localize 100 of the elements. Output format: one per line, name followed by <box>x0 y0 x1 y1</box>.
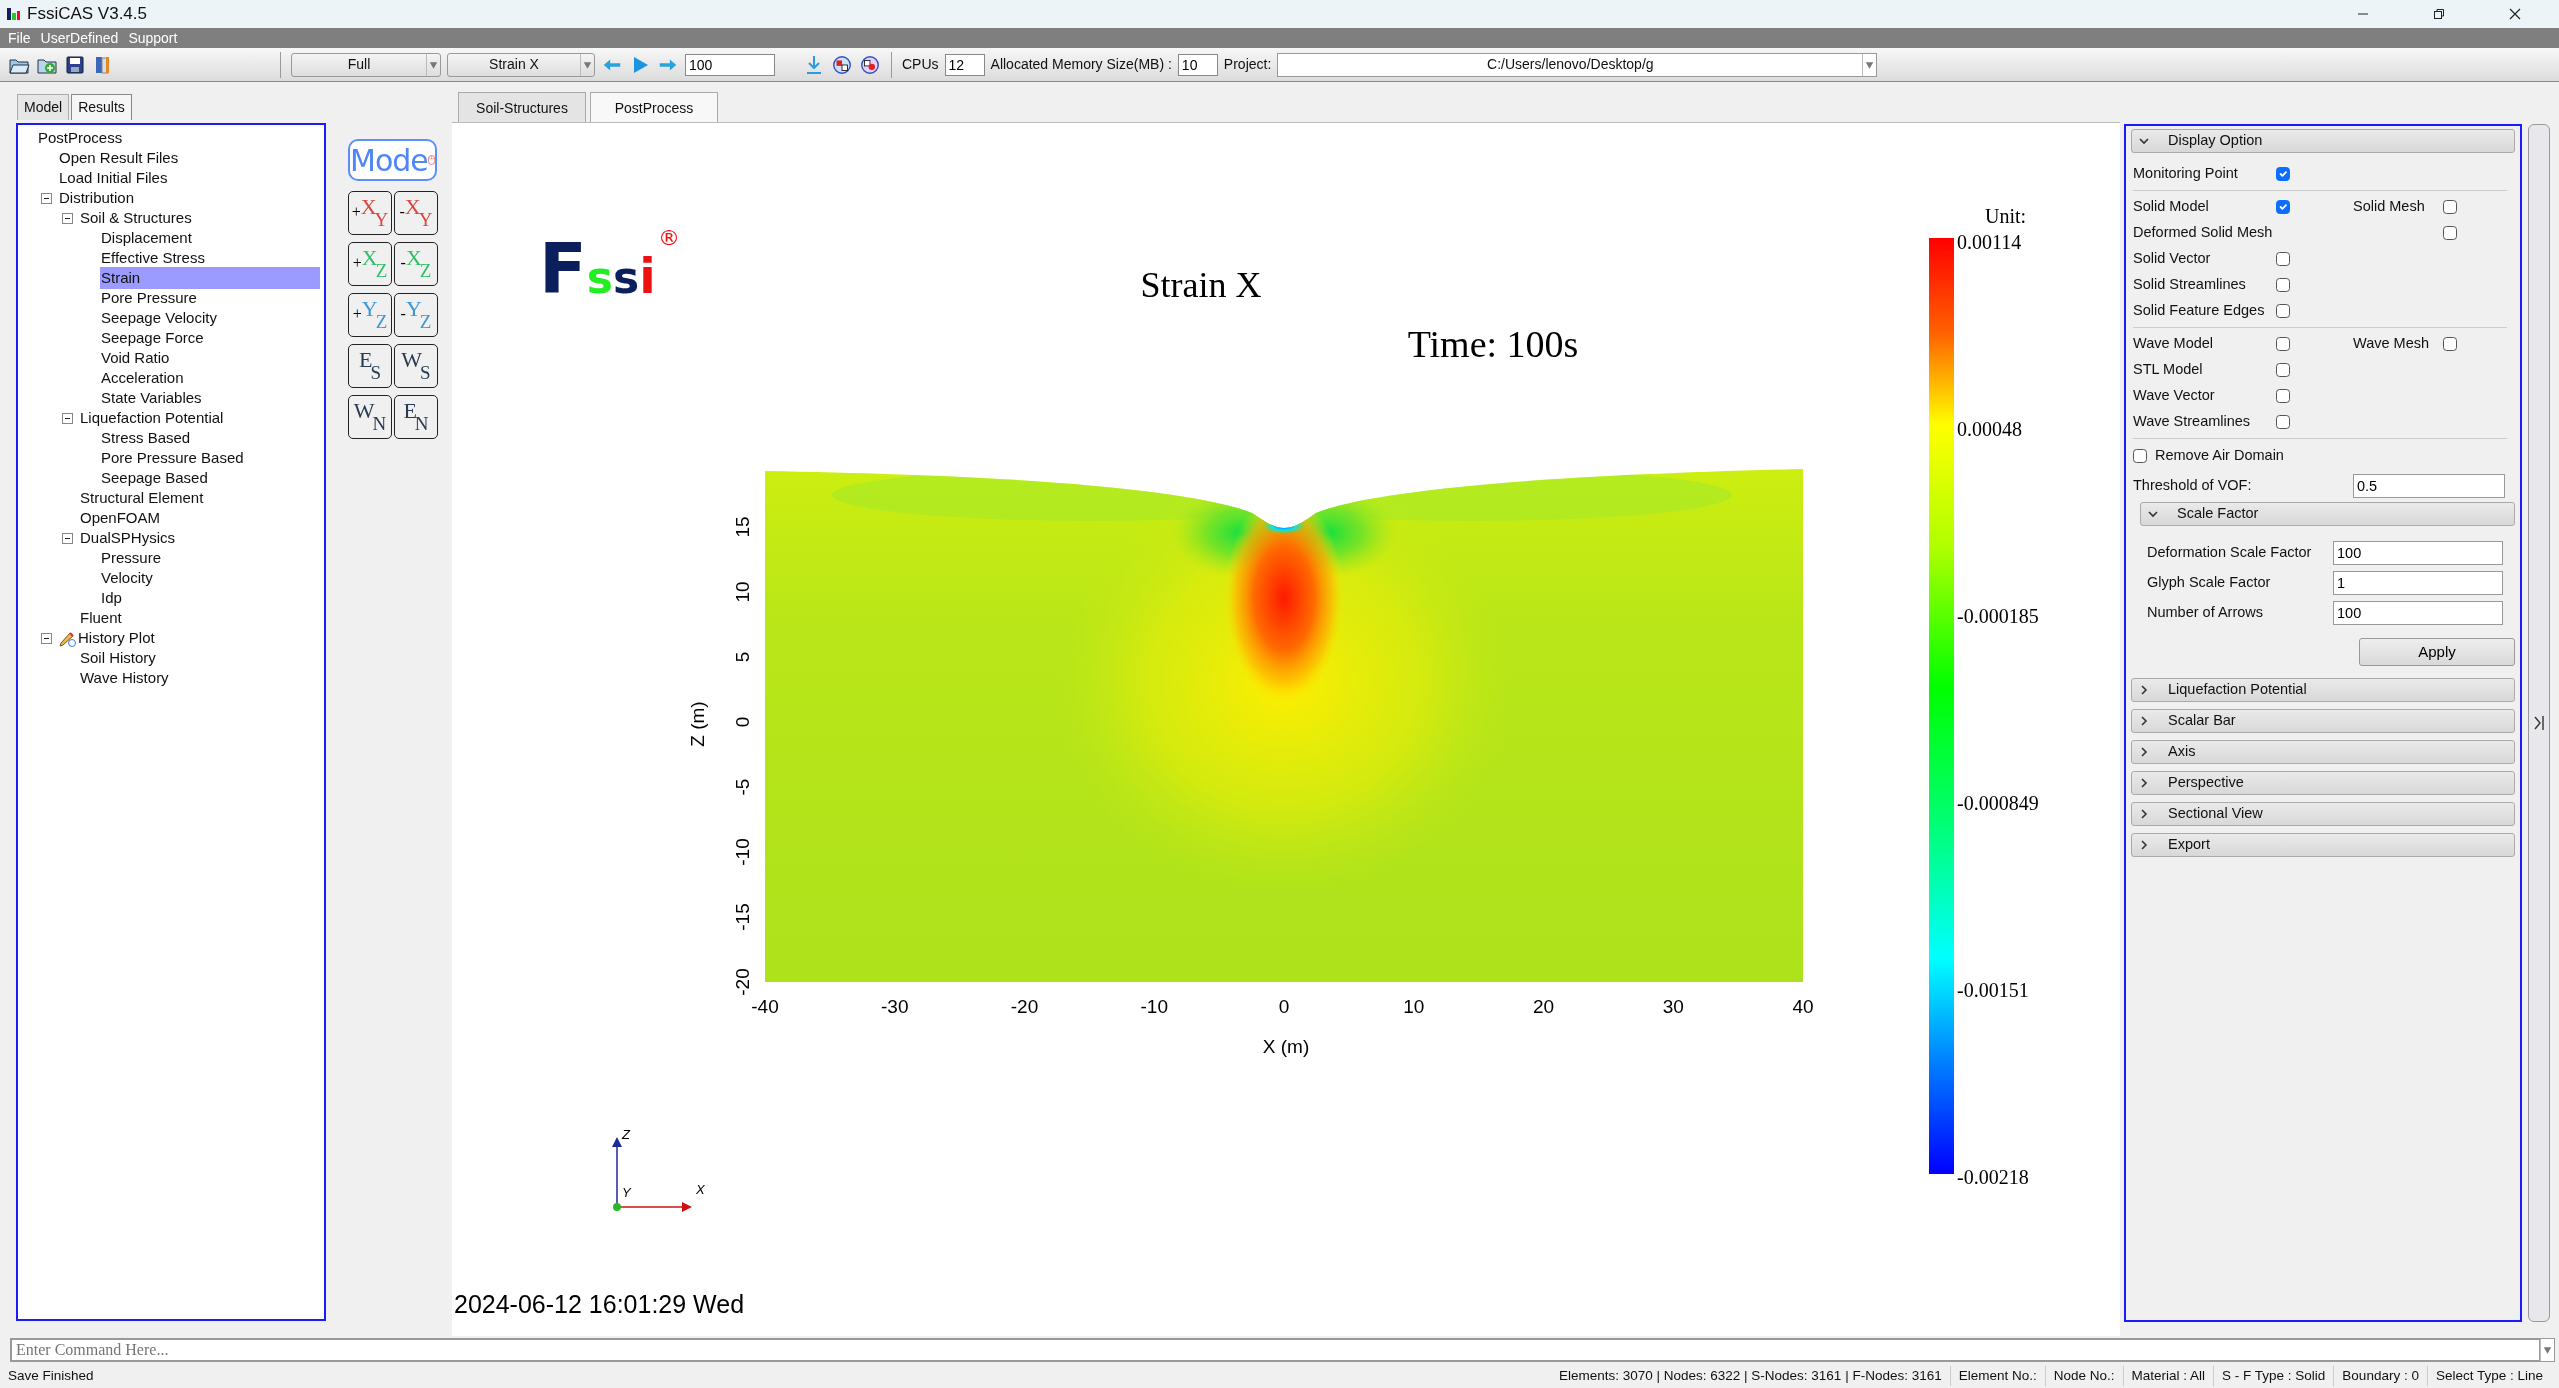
dropdown[interactable]: C:/Users/lenovo/Desktop/g <box>1277 52 1878 77</box>
menu-item[interactable]: Support <box>128 28 178 48</box>
axis-tick-label: 20 <box>1532 996 1555 1017</box>
tab[interactable]: Results <box>71 94 132 120</box>
tab[interactable]: Model <box>17 94 70 120</box>
menu-item[interactable]: UserDefined <box>40 28 119 48</box>
status-item: S - F Type : Solid <box>2213 1365 2334 1387</box>
apply-button[interactable]: Apply <box>2359 638 2515 666</box>
plot-title: Strain X <box>1140 265 1262 305</box>
dropdown[interactable]: Full <box>291 52 441 77</box>
section-header[interactable]: Perspective <box>2131 771 2515 795</box>
axis-letter: Z <box>622 1127 630 1142</box>
save-icon[interactable] <box>64 53 86 76</box>
section-header[interactable]: Export <box>2131 833 2515 857</box>
logo: Fssi <box>539 228 656 310</box>
restore-icon[interactable] <box>2431 6 2447 22</box>
pencil-icon <box>58 629 76 647</box>
app-icon <box>6 6 22 22</box>
axis-tick-label: 0 <box>732 716 753 728</box>
option-label: Deformed Solid Mesh <box>2133 223 2274 243</box>
status-item: Node No.: <box>2044 1365 2123 1387</box>
menu-item[interactable]: File <box>8 28 31 48</box>
registered-mark: ® <box>658 225 680 250</box>
color-bar-label: 0.00114 <box>1957 231 2022 253</box>
option-label: Solid Model <box>2133 197 2210 217</box>
field-label: Number of Arrows <box>2147 603 2265 623</box>
input-field[interactable]: 1 <box>2333 571 2503 595</box>
axis-letter: Y <box>622 1185 631 1200</box>
section-header[interactable]: Display Option <box>2131 129 2515 153</box>
command-field[interactable]: Enter Command Here... <box>11 1339 2540 1361</box>
collapse-panel-icon[interactable] <box>2533 714 2545 732</box>
checkbox[interactable] <box>2276 363 2290 377</box>
axis-tick-label: -40 <box>751 996 779 1017</box>
option-label: Solid Feature Edges <box>2133 301 2266 321</box>
field-label: Deformation Scale Factor <box>2147 543 2313 563</box>
checkbox[interactable] <box>2276 200 2290 214</box>
checkbox[interactable] <box>2276 304 2290 318</box>
checkbox[interactable] <box>2276 167 2290 181</box>
section-header[interactable]: Scale Factor <box>2140 502 2515 526</box>
color-bar-label: -0.00218 <box>1957 1166 2029 1188</box>
color-bar-label: -0.00151 <box>1957 979 2029 1001</box>
input-field[interactable]: 12 <box>944 53 985 76</box>
status-item: Material : All <box>2122 1365 2214 1387</box>
input-field[interactable]: 100 <box>2333 601 2503 625</box>
collapse-icon[interactable] <box>62 532 73 544</box>
checkbox[interactable] <box>2443 226 2457 240</box>
grid-circle-icon[interactable] <box>831 53 853 76</box>
checkbox[interactable] <box>2276 415 2290 429</box>
color-bar-label: -0.000849 <box>1957 792 2039 814</box>
axis-tick-label: -5 <box>732 778 753 796</box>
memory-label: Allocated Memory Size(MB) : <box>990 55 1172 74</box>
option-label: Remove Air Domain <box>2155 446 2284 466</box>
option-label: Wave Streamlines <box>2133 412 2252 432</box>
close-icon[interactable] <box>2507 6 2523 22</box>
section-header[interactable]: Axis <box>2131 740 2515 764</box>
tab[interactable]: Soil-Structures <box>458 92 586 122</box>
axis-tick-label: 30 <box>1662 996 1684 1017</box>
axis-tick-label: 15 <box>732 516 753 538</box>
grid-circle-icon[interactable] <box>859 53 881 76</box>
section-header[interactable]: Liquefaction Potential <box>2131 678 2515 702</box>
collapse-icon[interactable] <box>62 412 73 424</box>
axis-tick-label: -30 <box>881 996 909 1017</box>
dropdown[interactable]: Strain X <box>447 52 595 77</box>
checkbox[interactable] <box>2276 252 2290 266</box>
status-item: Element No.: <box>1949 1365 2045 1387</box>
option-label: Solid Mesh <box>2353 197 2426 217</box>
axis-tick-label: 0 <box>1278 996 1290 1017</box>
checkbox[interactable] <box>2276 389 2290 403</box>
collapse-icon[interactable] <box>41 192 52 204</box>
unit-label: Unit: <box>1985 205 2027 227</box>
input-field[interactable]: 10 <box>1177 53 1218 76</box>
collapse-icon[interactable] <box>41 632 52 644</box>
timestamp: 2024-06-12 16:01:29 Wed <box>454 1290 745 1318</box>
status-item: Select Type : Line <box>2426 1365 2551 1387</box>
checkbox[interactable] <box>2443 337 2457 351</box>
section-header[interactable]: Scalar Bar <box>2131 709 2515 733</box>
axis-tick-label: 10 <box>1403 996 1425 1017</box>
tab[interactable]: PostProcess <box>590 92 718 122</box>
status-item: Boundary : 0 <box>2333 1365 2427 1387</box>
section-header[interactable]: Sectional View <box>2131 802 2515 826</box>
checkbox[interactable] <box>2276 337 2290 351</box>
axis-tick-label: 5 <box>732 651 753 663</box>
axis-tick-label: -15 <box>732 903 753 931</box>
input-field[interactable]: 100 <box>685 53 775 76</box>
status-item: Elements: 3070 | Nodes: 6322 | S-Nodes: 3161 | F-Nodes: 3161 <box>1557 1366 1943 1385</box>
collapse-icon[interactable] <box>62 212 73 224</box>
input-field[interactable]: 0.5 <box>2353 474 2505 498</box>
option-label: Monitoring Point <box>2133 164 2239 184</box>
checkbox[interactable] <box>2276 278 2290 292</box>
caret-icon <box>426 53 440 76</box>
axis-tick-label: -20 <box>1010 996 1039 1017</box>
axis-tick-label: -10 <box>732 838 753 866</box>
checkbox[interactable] <box>2133 449 2147 463</box>
axis-letter: X <box>696 1182 705 1197</box>
field-label: Glyph Scale Factor <box>2147 573 2272 593</box>
project-label: Project: <box>1223 55 1272 74</box>
input-field[interactable]: 100 <box>2333 541 2503 565</box>
checkbox[interactable] <box>2443 200 2457 214</box>
tree-item[interactable]: Strain <box>100 266 320 290</box>
color-bar-label: 0.00048 <box>1957 418 2022 440</box>
